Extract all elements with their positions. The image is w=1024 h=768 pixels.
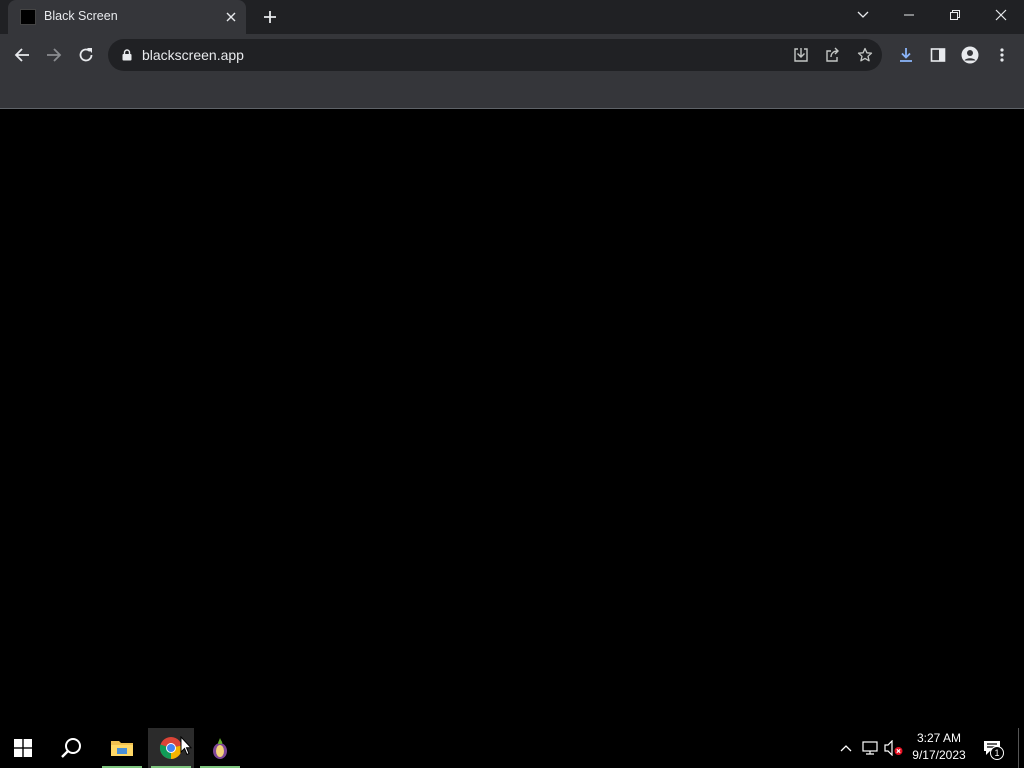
close-icon	[995, 9, 1007, 21]
forward-icon	[47, 48, 62, 62]
search-icon	[61, 738, 81, 758]
bookmarks-bar	[0, 76, 1024, 109]
address-bar[interactable]: blackscreen.app	[108, 39, 882, 71]
volume-tray-button[interactable]	[884, 738, 904, 758]
downloads-button[interactable]	[892, 41, 920, 69]
black-screen-page[interactable]	[0, 109, 1024, 728]
downloads-icon	[900, 48, 912, 62]
show-desktop-button[interactable]	[1018, 728, 1019, 768]
mouse-cursor-icon	[180, 736, 192, 756]
black-square-icon	[20, 9, 36, 25]
bookmark-star-icon	[857, 47, 873, 62]
close-icon	[226, 12, 236, 22]
chevron-down-icon	[857, 11, 869, 18]
tor-browser-icon	[213, 738, 227, 759]
taskbar-tor-browser[interactable]	[197, 728, 243, 768]
lock-icon[interactable]	[120, 48, 134, 62]
minimize-button[interactable]	[886, 0, 932, 30]
clock-date: 9/17/2023	[912, 748, 966, 762]
system-clock[interactable]: 3:27 AM 9/17/2023	[906, 730, 972, 764]
network-tray-button[interactable]	[860, 738, 880, 758]
tab-close-button[interactable]	[222, 8, 240, 26]
restore-button[interactable]	[932, 0, 978, 30]
network-icon	[862, 741, 878, 755]
side-panel-icon	[930, 48, 946, 62]
tab-strip: Black Screen	[0, 0, 1024, 34]
volume-muted-icon	[884, 740, 903, 756]
share-icon	[826, 47, 839, 62]
tab-black-screen[interactable]: Black Screen	[8, 0, 246, 34]
minimize-icon	[904, 14, 914, 16]
install-app-button[interactable]	[788, 42, 814, 68]
menu-icon	[1000, 48, 1004, 62]
profile-button[interactable]	[956, 41, 984, 69]
bookmark-button[interactable]	[852, 42, 878, 68]
file-explorer-icon	[111, 741, 133, 756]
back-button[interactable]	[8, 41, 36, 69]
menu-button[interactable]	[988, 41, 1016, 69]
reload-button[interactable]	[72, 41, 100, 69]
back-icon	[14, 48, 29, 62]
search-button[interactable]	[48, 728, 94, 768]
show-hidden-icons-button[interactable]	[836, 738, 856, 758]
install-app-icon	[794, 48, 808, 62]
url-text[interactable]: blackscreen.app	[142, 47, 244, 63]
profile-icon	[961, 46, 979, 64]
notification-count-badge: 1	[990, 746, 1004, 760]
restore-icon	[950, 10, 960, 20]
chevron-up-icon	[840, 745, 852, 752]
start-icon	[14, 739, 32, 757]
new-tab-button[interactable]	[258, 5, 282, 29]
plus-icon	[264, 11, 276, 23]
forward-button[interactable]	[40, 41, 68, 69]
close-window-button[interactable]	[978, 0, 1024, 30]
action-center-button[interactable]: 1	[978, 736, 1006, 760]
clock-time: 3:27 AM	[916, 731, 962, 745]
tab-search-button[interactable]	[852, 4, 874, 26]
tab-title: Black Screen	[44, 9, 118, 23]
browser-toolbar: blackscreen.app	[0, 34, 1024, 76]
taskbar: 3:27 AM 9/17/2023 1	[0, 728, 1024, 768]
start-button[interactable]	[0, 728, 46, 768]
side-panel-button[interactable]	[924, 41, 952, 69]
share-button[interactable]	[820, 42, 846, 68]
taskbar-file-explorer[interactable]	[99, 728, 145, 768]
reload-icon	[79, 48, 93, 62]
